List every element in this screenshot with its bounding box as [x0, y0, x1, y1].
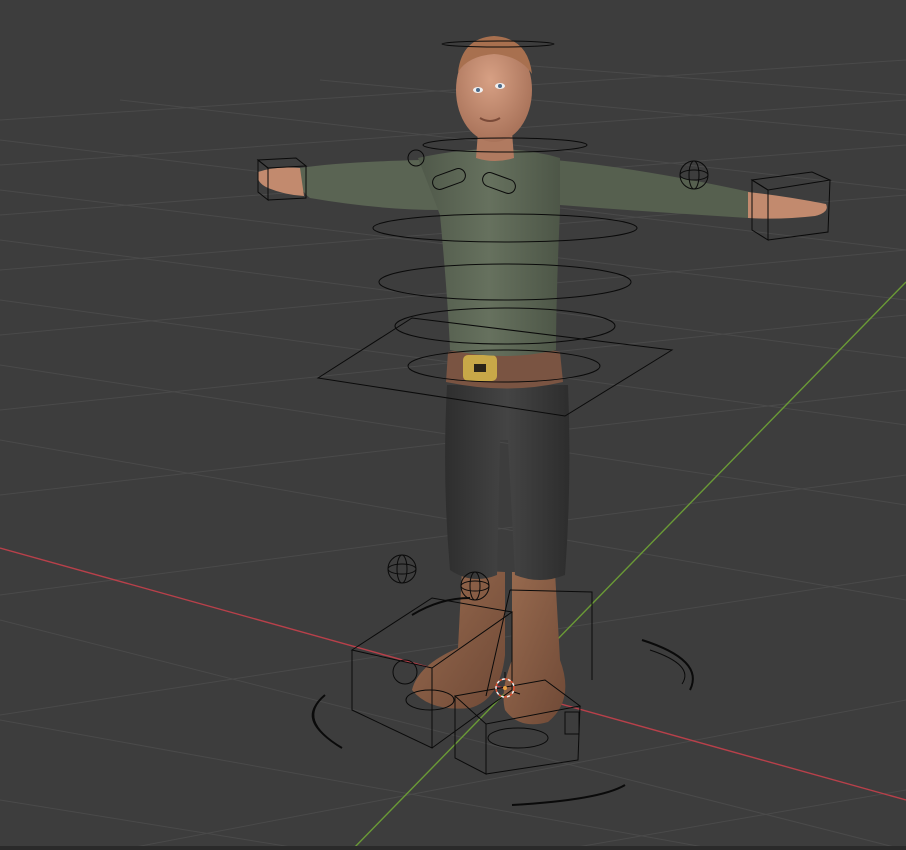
y-axis-line: [351, 281, 906, 850]
viewport-canvas[interactable]: [0, 0, 906, 850]
3d-viewport[interactable]: [0, 0, 906, 850]
root-arc-right[interactable]: [641, 639, 694, 691]
character-mesh[interactable]: [257, 36, 827, 725]
right-boot[interactable]: [503, 572, 566, 725]
right-pupil: [498, 84, 502, 88]
viewport-bottom-edge: [0, 846, 906, 850]
right-hand[interactable]: [748, 192, 827, 219]
shirt-torso[interactable]: [418, 149, 560, 356]
left-knee-sphere-empty-icon[interactable]: [387, 554, 417, 584]
left-pupil: [476, 88, 480, 92]
root-arc-right-inner[interactable]: [649, 649, 686, 685]
left-boot[interactable]: [412, 570, 505, 709]
left-hand[interactable]: [257, 167, 304, 197]
root-arc-bottom[interactable]: [511, 784, 626, 806]
buckle-hole: [474, 364, 486, 372]
